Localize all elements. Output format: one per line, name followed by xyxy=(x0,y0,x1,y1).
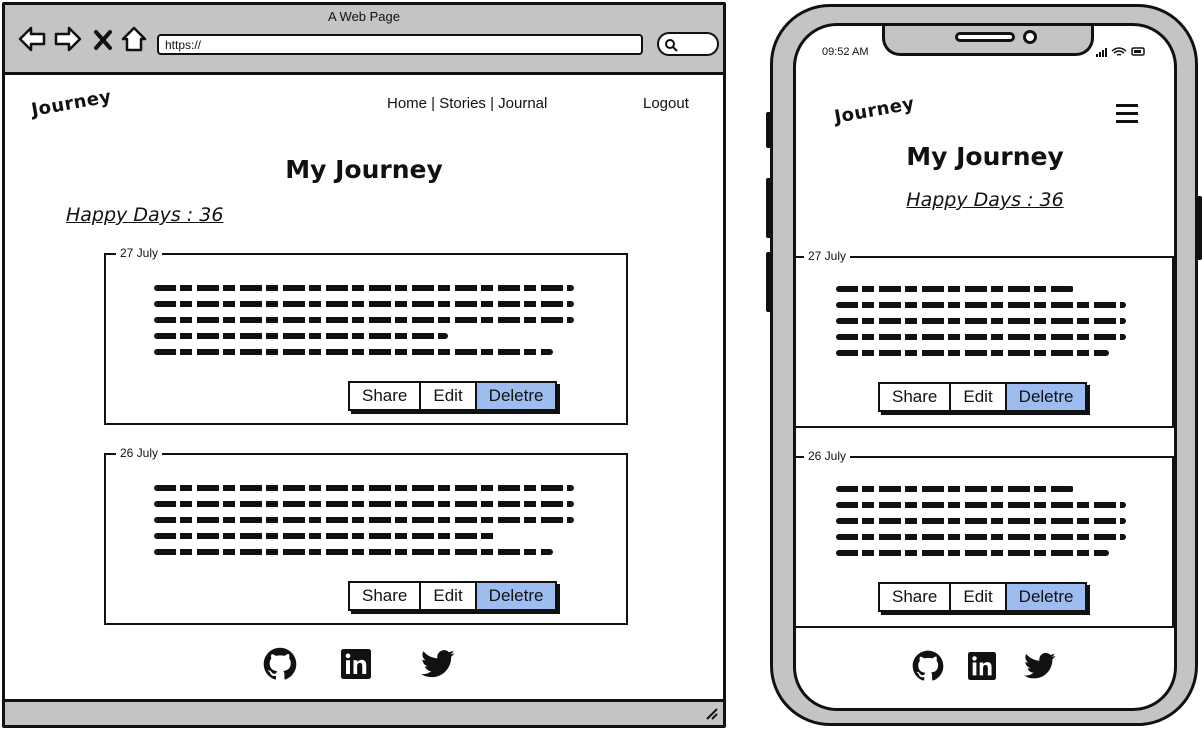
share-button[interactable]: Share xyxy=(880,584,952,610)
main-nav[interactable]: Home | Stories | Journal xyxy=(387,95,547,112)
status-time: 09:52 AM xyxy=(822,46,869,58)
edit-button[interactable]: Edit xyxy=(421,583,477,609)
journal-entry-card: 26 July Share Edit Deletre xyxy=(104,445,628,625)
share-button[interactable]: Share xyxy=(350,383,422,409)
resize-grip-icon[interactable] xyxy=(703,706,719,720)
entry-text xyxy=(154,485,574,565)
journal-entry-card: 26 July Share Edit Deletre xyxy=(796,448,1174,628)
linkedin-icon[interactable] xyxy=(968,652,996,680)
happy-days-counter: Happy Days : 36 xyxy=(906,189,1064,211)
front-camera xyxy=(1023,30,1037,44)
signal-icon xyxy=(1096,48,1107,57)
github-icon[interactable] xyxy=(912,650,944,682)
phone-frame: 09:52 AM Journey My Journey Happy Days :… xyxy=(770,4,1198,726)
journal-entry-card: 27 July Share Edit Deletre xyxy=(796,248,1174,428)
entry-date: 27 July xyxy=(116,245,163,261)
close-icon[interactable] xyxy=(93,29,113,51)
home-icon[interactable] xyxy=(121,25,147,53)
logout-link[interactable]: Logout xyxy=(643,95,689,112)
delete-button[interactable]: Deletre xyxy=(476,383,556,409)
happy-days-counter: Happy Days : 36 xyxy=(66,204,224,226)
delete-button[interactable]: Deletre xyxy=(476,583,556,609)
entry-text xyxy=(836,486,1126,566)
github-icon[interactable] xyxy=(263,647,297,681)
back-arrow-icon[interactable] xyxy=(17,25,47,53)
browser-status-bar xyxy=(5,699,723,725)
entry-actions: Share Edit Deletre xyxy=(878,582,1088,612)
share-button[interactable]: Share xyxy=(880,384,952,410)
linkedin-icon[interactable] xyxy=(341,649,371,679)
entry-date: 27 July xyxy=(804,248,851,264)
delete-button[interactable]: Deletre xyxy=(1006,384,1086,410)
forward-arrow-icon[interactable] xyxy=(53,25,83,53)
phone-notch xyxy=(882,26,1094,56)
twitter-icon[interactable] xyxy=(1024,652,1056,680)
twitter-icon[interactable] xyxy=(421,649,455,679)
url-input[interactable]: https:// xyxy=(157,34,643,55)
edit-button[interactable]: Edit xyxy=(951,384,1007,410)
edit-button[interactable]: Edit xyxy=(951,584,1007,610)
entry-date: 26 July xyxy=(804,448,851,464)
journal-entry-card: 27 July Share Edit Deletre xyxy=(104,245,628,425)
browser-window: A Web Page https:// Journey Home | Stori… xyxy=(2,2,726,728)
entry-text xyxy=(836,286,1126,366)
site-logo[interactable]: Journey xyxy=(833,93,916,128)
wifi-icon xyxy=(1111,47,1127,56)
speaker-grille xyxy=(955,32,1015,42)
share-button[interactable]: Share xyxy=(350,583,422,609)
entry-date: 26 July xyxy=(116,445,163,461)
entry-text xyxy=(154,285,574,365)
page-title: My Journey xyxy=(285,155,443,184)
phone-screen: 09:52 AM Journey My Journey Happy Days :… xyxy=(793,23,1177,711)
delete-button[interactable]: Deletre xyxy=(1006,584,1086,610)
edit-button[interactable]: Edit xyxy=(421,383,477,409)
browser-title: A Web Page xyxy=(327,9,401,24)
site-logo[interactable]: Journey xyxy=(30,86,113,121)
entry-actions: Share Edit Deletre xyxy=(878,382,1088,412)
search-icon xyxy=(665,39,678,52)
hamburger-menu-icon[interactable] xyxy=(1116,104,1138,128)
browser-toolbar: A Web Page https:// xyxy=(5,5,723,75)
entry-actions: Share Edit Deletre xyxy=(348,381,558,411)
status-icons xyxy=(1096,47,1145,57)
entry-actions: Share Edit Deletre xyxy=(348,581,558,611)
browser-search-field[interactable] xyxy=(657,32,719,56)
page-title: My Journey xyxy=(906,142,1064,171)
